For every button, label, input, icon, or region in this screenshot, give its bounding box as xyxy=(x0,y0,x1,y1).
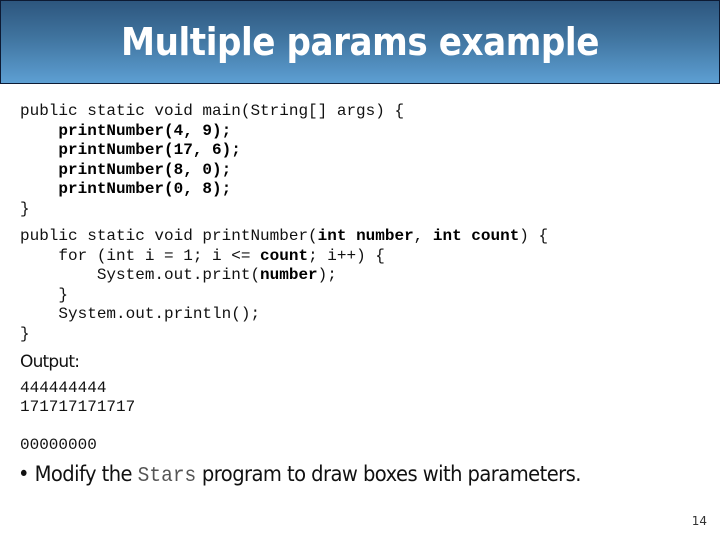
output-label: Output: xyxy=(20,352,80,372)
bullet-marker: • xyxy=(18,462,30,486)
output-line: 444444444 xyxy=(20,379,107,397)
code-block-main: public static void main(String[] args) {… xyxy=(20,102,404,219)
code-text: ) { xyxy=(519,227,549,245)
code-emphasis: printNumber(8, 0); xyxy=(58,160,232,179)
code-text: for (int i = 1; i <= xyxy=(20,246,261,265)
code-text: System.out.println(); xyxy=(20,305,261,323)
bullet-code-word: Stars xyxy=(137,465,197,488)
page-number: 14 xyxy=(691,514,707,528)
code-line: printNumber(4, 9); xyxy=(20,122,404,142)
output-block: 444444444 171717171717 00000000 xyxy=(20,379,135,455)
code-emphasis: printNumber(4, 9); xyxy=(58,121,232,140)
code-text: ); xyxy=(317,266,337,284)
code-line: printNumber(0, 8); xyxy=(20,180,404,200)
code-line: System.out.println(); xyxy=(20,305,548,325)
code-emphasis: count xyxy=(260,246,309,265)
code-emphasis: printNumber(0, 8); xyxy=(58,180,232,198)
code-text: } xyxy=(20,285,69,304)
code-text: public static void main(String[] args) { xyxy=(20,102,405,120)
slide-title: Multiple params example xyxy=(121,20,599,64)
code-line: System.out.print(number); xyxy=(20,266,548,286)
code-text: } xyxy=(20,199,30,218)
bullet-item: • Modify the Stars program to draw boxes… xyxy=(18,462,581,488)
bullet-text-after: program to draw boxes with parameters. xyxy=(196,462,582,486)
output-line: 171717171717 xyxy=(20,398,136,416)
code-line: printNumber(8, 0); xyxy=(20,161,404,181)
code-line: } xyxy=(20,325,548,345)
code-emphasis: int number xyxy=(317,227,414,245)
code-line: } xyxy=(20,200,404,220)
code-emphasis: printNumber(17, 6); xyxy=(58,141,241,159)
code-emphasis: int count xyxy=(432,227,520,245)
code-text: } xyxy=(20,324,30,343)
code-text: public static void printNumber( xyxy=(20,227,318,245)
code-block-print-number: public static void printNumber(int numbe… xyxy=(20,227,548,344)
code-text: ; i++) { xyxy=(308,246,385,265)
code-line: public static void main(String[] args) { xyxy=(20,102,404,122)
code-line: } xyxy=(20,286,548,306)
bullet-text-before: Modify the xyxy=(28,462,138,486)
output-line: 00000000 xyxy=(20,436,97,454)
code-emphasis: number xyxy=(260,266,318,284)
code-text: System.out.print( xyxy=(20,266,261,284)
code-line: printNumber(17, 6); xyxy=(20,141,404,161)
code-line: public static void printNumber(int numbe… xyxy=(20,227,548,247)
code-text: , xyxy=(413,227,433,245)
code-line: for (int i = 1; i <= count; i++) { xyxy=(20,247,548,267)
